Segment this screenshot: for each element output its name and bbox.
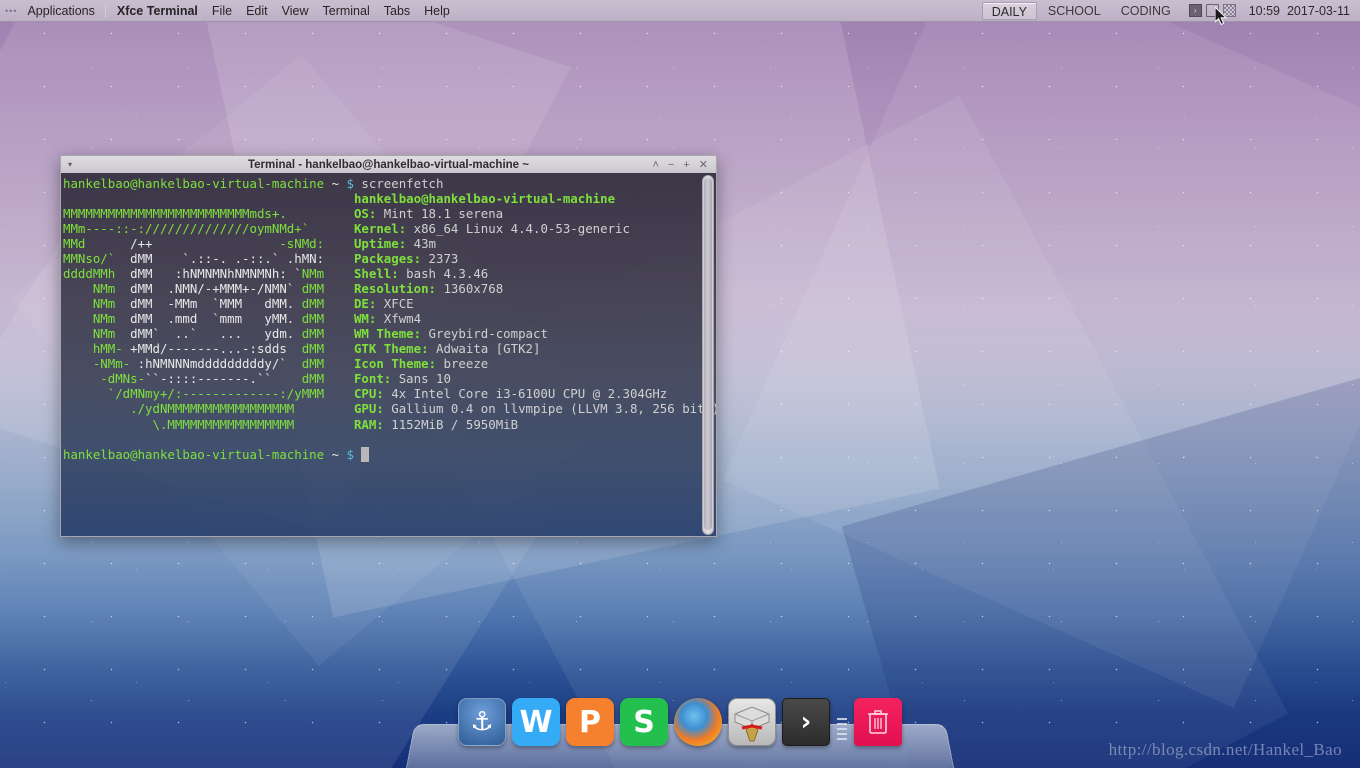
terminal-output[interactable]: hankelbao@hankelbao-virtual-machine ~ $ … — [63, 176, 716, 462]
menu-view[interactable]: View — [275, 0, 316, 22]
dock: ⚓ W P S › — [406, 698, 954, 768]
panel-divider — [104, 3, 106, 18]
terminal-title: Terminal - hankelbao@hankelbao-virtual-m… — [247, 158, 529, 171]
mouse-cursor — [1215, 7, 1227, 26]
menu-tabs[interactable]: Tabs — [377, 0, 417, 22]
top-panel: ••• Applications Xfce Terminal File Edit… — [0, 0, 1360, 22]
terminal-titlebar[interactable]: ▾ Terminal - hankelbao@hankelbao-virtual… — [60, 155, 717, 173]
dock-item-trash[interactable] — [854, 698, 902, 746]
minimize-button[interactable]: − — [668, 159, 674, 170]
applications-menu-icon[interactable]: ••• — [0, 0, 21, 22]
clock[interactable]: 10:59 — [1242, 4, 1287, 18]
workspace-daily[interactable]: DAILY — [981, 1, 1037, 20]
terminal-prompt-icon: › — [800, 707, 812, 737]
workspace-coding[interactable]: CODING — [1112, 2, 1180, 20]
dock-item-terminal[interactable]: › — [782, 698, 830, 746]
arrow-square-icon[interactable]: › — [1188, 4, 1202, 17]
date[interactable]: 2017-03-11 — [1287, 4, 1354, 18]
window-menu-icon[interactable]: ▾ — [61, 160, 77, 169]
menu-file[interactable]: File — [205, 0, 239, 22]
watermark: http://blog.csdn.net/Hankel_Bao — [1108, 740, 1342, 759]
dock-item-firefox[interactable] — [674, 698, 722, 746]
dock-item-wps-spreadsheet[interactable]: S — [620, 698, 668, 746]
menu-help[interactable]: Help — [417, 0, 457, 22]
wps-spreadsheet-icon: S — [633, 704, 655, 740]
terminal-window[interactable]: ▾ Terminal - hankelbao@hankelbao-virtual… — [60, 155, 717, 537]
anchor-icon: ⚓ — [470, 707, 494, 737]
close-button[interactable]: ✕ — [699, 159, 708, 170]
applications-menu-button[interactable]: Applications — [21, 0, 100, 22]
wallpaper-facet — [722, 0, 1360, 708]
desktop[interactable]: ••• Applications Xfce Terminal File Edit… — [0, 0, 1360, 768]
dock-item-archive-manager[interactable] — [728, 698, 776, 746]
dock-separator — [836, 712, 848, 746]
dock-items: ⚓ W P S › — [406, 694, 954, 746]
terminal-body[interactable]: hankelbao@hankelbao-virtual-machine ~ $ … — [60, 173, 717, 537]
wps-writer-icon: W — [519, 704, 553, 740]
trash-icon — [868, 710, 888, 734]
wps-presentation-icon: P — [579, 704, 601, 740]
active-window-title[interactable]: Xfce Terminal — [110, 0, 205, 22]
archive-manager-icon — [734, 706, 770, 742]
system-tray: › — [1188, 4, 1236, 17]
dock-item-wps-presentation[interactable]: P — [566, 698, 614, 746]
scrollbar-thumb[interactable] — [704, 178, 712, 530]
dock-item-docky-anchor[interactable]: ⚓ — [458, 698, 506, 746]
workspace-school[interactable]: SCHOOL — [1039, 2, 1110, 20]
shade-button[interactable]: ˄ — [652, 159, 658, 170]
maximize-button[interactable]: + — [683, 159, 689, 170]
menu-terminal[interactable]: Terminal — [316, 0, 377, 22]
terminal-scrollbar[interactable] — [702, 175, 714, 535]
dock-item-wps-writer[interactable]: W — [512, 698, 560, 746]
menu-edit[interactable]: Edit — [239, 0, 275, 22]
